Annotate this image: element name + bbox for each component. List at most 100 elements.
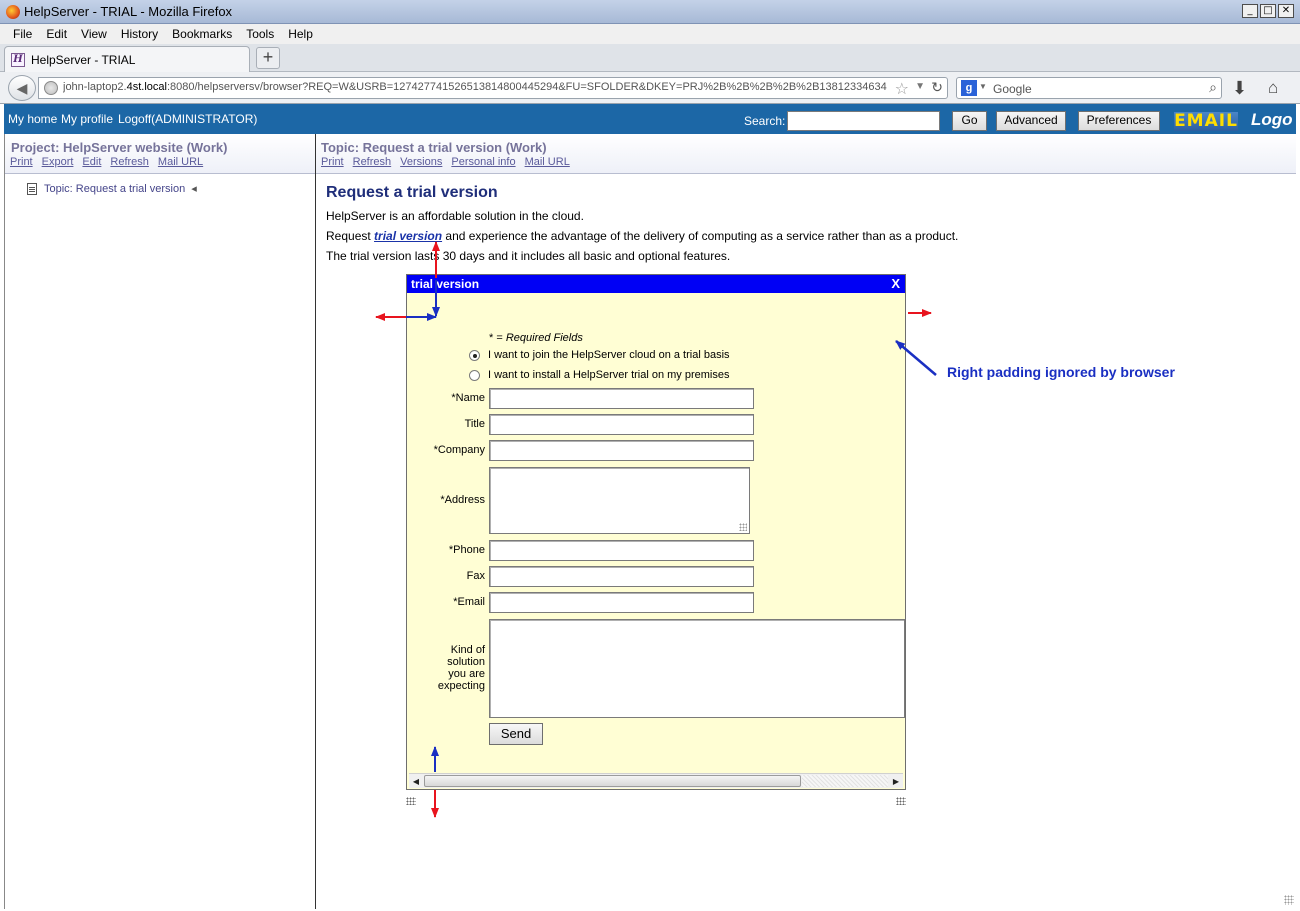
print-link[interactable]: Print [10, 156, 33, 168]
menu-history[interactable]: History [114, 27, 165, 41]
email-label: *Email [453, 596, 485, 608]
search-label: Search: [744, 114, 786, 128]
paragraph-2: Request trial version and experience the… [326, 229, 959, 243]
magnifier-icon[interactable]: ⌕ [1209, 79, 1217, 96]
radio-premises-label: I want to install a HelpServer trial on … [488, 369, 730, 381]
url-text[interactable]: john-laptop2.4st.local:8080/helpserversv… [63, 81, 887, 97]
send-button[interactable]: Send [489, 723, 543, 745]
radio-cloud-option[interactable]: I want to join the HelpServer cloud on a… [469, 349, 730, 361]
phone-field[interactable] [489, 540, 754, 561]
home-icon[interactable]: ⌂ [1268, 78, 1278, 98]
menu-help[interactable]: Help [281, 27, 320, 41]
fax-label: Fax [466, 570, 485, 582]
radio-cloud[interactable] [469, 349, 480, 361]
close-icon[interactable]: X [891, 276, 900, 291]
kind-of-solution-label: Kind of solution you are expecting [437, 644, 485, 692]
address-label: *Address [440, 494, 485, 506]
print-link[interactable]: Print [321, 156, 344, 168]
edit-link[interactable]: Edit [82, 156, 101, 168]
tab-label: HelpServer - TRIAL [31, 52, 136, 67]
left-panel: Project: HelpServer website (Work) Print… [4, 134, 316, 909]
new-tab-button[interactable]: + [256, 47, 280, 69]
refresh-link[interactable]: Refresh [110, 156, 149, 168]
scrollbar-thumb[interactable] [424, 775, 801, 787]
scroll-left-icon[interactable]: ◀ [409, 774, 423, 789]
radio-premises-option[interactable]: I want to install a HelpServer trial on … [469, 369, 729, 381]
address-field[interactable] [489, 467, 750, 534]
search-input[interactable] [787, 111, 940, 131]
horizontal-scrollbar[interactable]: ◀ ▶ [409, 773, 903, 788]
window-titlebar: HelpServer - TRIAL - Mozilla Firefox _ □… [0, 0, 1300, 24]
company-label: *Company [433, 444, 485, 456]
title-label: Title [464, 418, 485, 430]
project-header: Project: HelpServer website (Work) Print… [5, 134, 315, 174]
mail-url-link[interactable]: Mail URL [525, 156, 570, 168]
dialog-titlebar[interactable]: trial version X [407, 275, 905, 293]
close-window-button[interactable]: ✕ [1278, 4, 1294, 18]
logoff-link[interactable]: Logoff(ADMINISTRATOR) [118, 112, 257, 126]
tab-helpserver[interactable]: H HelpServer - TRIAL [4, 46, 250, 72]
reload-icon[interactable]: ↻ [931, 79, 943, 96]
scrollbar-track[interactable] [802, 775, 888, 787]
navigation-toolbar: ◀ john-laptop2.4st.local:8080/helpserver… [0, 72, 1300, 104]
resize-grip-icon[interactable] [739, 523, 747, 531]
export-link[interactable]: Export [42, 156, 74, 168]
project-title: Project: HelpServer website (Work) [11, 140, 228, 155]
globe-icon [44, 81, 58, 95]
download-icon[interactable]: ⬇ [1232, 78, 1247, 99]
go-button[interactable]: Go [952, 111, 987, 131]
advanced-button[interactable]: Advanced [996, 111, 1066, 131]
back-button[interactable]: ◀ [8, 75, 36, 101]
logo: Logo [1251, 110, 1293, 129]
versions-link[interactable]: Versions [400, 156, 442, 168]
my-profile-link[interactable]: My profile [61, 112, 113, 126]
maximize-button[interactable]: □ [1260, 4, 1276, 18]
tree-item-label[interactable]: Topic: Request a trial version [44, 183, 185, 195]
kind-of-solution-field[interactable] [489, 619, 905, 718]
window-resize-grip-icon[interactable] [1284, 895, 1294, 905]
trial-version-dialog: trial version X * = Required Fields I wa… [406, 274, 906, 790]
company-field[interactable] [489, 440, 754, 461]
menu-edit[interactable]: Edit [39, 27, 74, 41]
trial-version-link[interactable]: trial version [374, 229, 442, 243]
name-label: *Name [451, 392, 485, 404]
topic-toolbar: Print Refresh Versions Personal info Mail UR… [321, 156, 579, 168]
google-icon[interactable]: g [961, 80, 977, 96]
name-field[interactable] [489, 388, 754, 409]
project-toolbar: Print Export Edit Refresh Mail URL [10, 156, 212, 168]
firefox-icon [6, 5, 20, 19]
search-placeholder: Google [993, 82, 1032, 96]
title-field[interactable] [489, 414, 754, 435]
personal-info-link[interactable]: Personal info [451, 156, 515, 168]
bookmark-star-icon[interactable]: ☆ [895, 79, 909, 99]
minimize-button[interactable]: _ [1242, 4, 1258, 18]
phone-label: *Phone [448, 544, 485, 556]
topic-header: Topic: Request a trial version (Work) Pr… [316, 134, 1296, 174]
window-controls: _ □ ✕ [1242, 4, 1294, 18]
mail-url-link[interactable]: Mail URL [158, 156, 203, 168]
url-bar[interactable]: john-laptop2.4st.local:8080/helpserversv… [38, 77, 948, 99]
fax-field[interactable] [489, 566, 754, 587]
resize-handle-right-icon[interactable] [896, 797, 906, 805]
menubar: File Edit View History Bookmarks Tools H… [0, 24, 1300, 44]
paragraph-1: HelpServer is an affordable solution in … [326, 209, 584, 223]
scroll-right-icon[interactable]: ▶ [889, 774, 903, 789]
required-fields-note: * = Required Fields [489, 332, 583, 344]
preferences-button[interactable]: Preferences [1078, 111, 1160, 131]
menu-file[interactable]: File [6, 27, 39, 41]
resize-handle-left-icon[interactable] [406, 797, 416, 805]
url-dropdown-icon[interactable]: ▼ [915, 81, 925, 92]
radio-premises[interactable] [469, 369, 480, 381]
email-field[interactable] [489, 592, 754, 613]
app-header: My home My profile Logoff(ADMINISTRATOR)… [4, 104, 1296, 134]
menu-tools[interactable]: Tools [239, 27, 281, 41]
refresh-link[interactable]: Refresh [353, 156, 392, 168]
browser-search-bar[interactable]: g ▼ Google ⌕ [956, 77, 1222, 99]
document-icon [27, 182, 37, 195]
my-home-link[interactable]: My home [8, 112, 57, 126]
menu-view[interactable]: View [74, 27, 114, 41]
menu-bookmarks[interactable]: Bookmarks [165, 27, 239, 41]
engine-dropdown-icon[interactable]: ▼ [979, 82, 987, 91]
tree-item-topic[interactable]: Topic: Request a trial version ◂ [27, 182, 197, 195]
email-logo[interactable]: EMAIL [1174, 112, 1238, 131]
